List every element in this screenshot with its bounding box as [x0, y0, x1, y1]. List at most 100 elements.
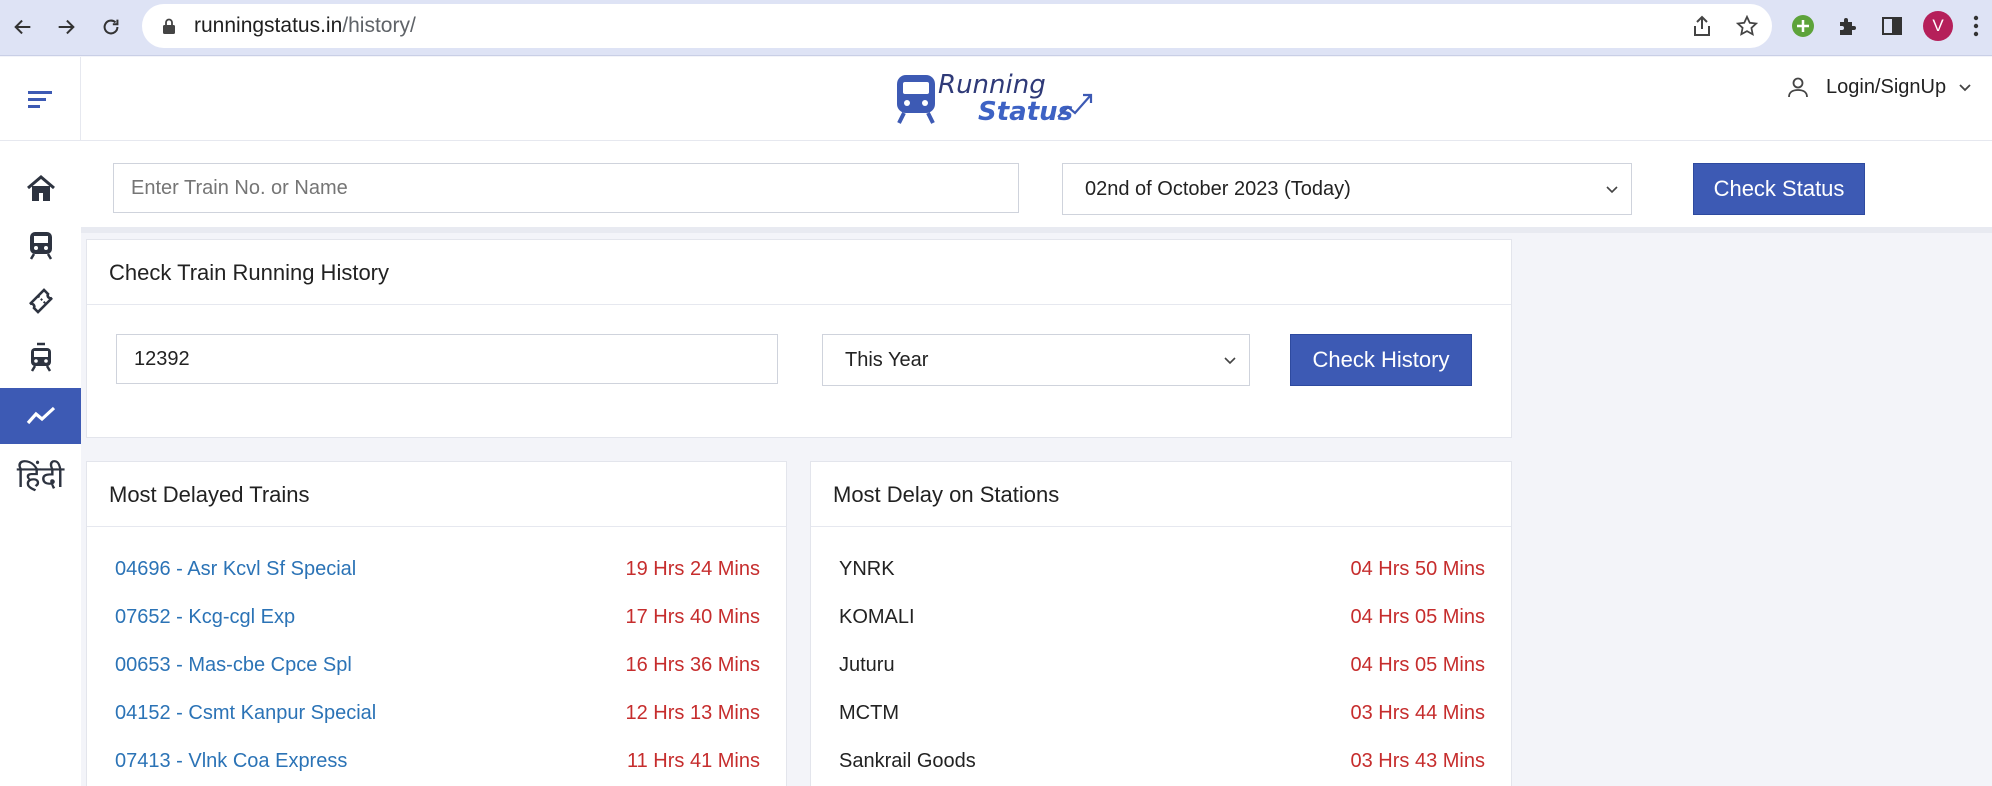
train-icon — [29, 232, 52, 260]
divider — [87, 304, 1511, 305]
metro-icon — [30, 342, 51, 372]
extension-green-button[interactable] — [1787, 10, 1819, 42]
delay-value: 03 Hrs 43 Mins — [1350, 750, 1486, 772]
check-status-button[interactable]: Check Status — [1693, 163, 1865, 215]
hindi-label: हिंदी — [16, 459, 65, 495]
user-icon — [1788, 77, 1808, 98]
list-item: 07652 - Kcg-cgl Exp 17 Hrs 40 Mins — [87, 594, 786, 642]
avatar: V — [1923, 11, 1953, 41]
train-link[interactable]: 07413 - Vlnk Coa Express — [115, 750, 347, 773]
delay-value: 03 Hrs 44 Mins — [1350, 702, 1486, 724]
site-header: Running Status Login/SignUp — [0, 57, 1992, 141]
side-panel-icon — [1882, 17, 1902, 35]
side-panel-button[interactable] — [1876, 10, 1908, 42]
share-icon — [1694, 15, 1710, 36]
sidebar-item-train[interactable] — [0, 217, 81, 273]
hamburger-icon — [28, 91, 52, 108]
kebab-menu-icon — [1973, 15, 1979, 37]
back-button[interactable] — [6, 10, 40, 44]
reload-button[interactable] — [94, 10, 128, 44]
station-name: YNRK — [839, 558, 895, 580]
history-train-value: 12392 — [134, 347, 190, 370]
sidebar-item-ticket[interactable] — [0, 273, 81, 329]
delay-value: 16 Hrs 36 Mins — [625, 654, 761, 676]
login-signup-menu[interactable]: Login/SignUp — [1786, 75, 1972, 99]
sidebar-item-home[interactable] — [0, 161, 81, 217]
divider — [811, 526, 1511, 527]
green-plus-extension-icon — [1792, 15, 1814, 37]
sidebar-item-metro[interactable] — [0, 329, 81, 385]
delay-value: 04 Hrs 50 Mins — [1350, 558, 1486, 580]
chevron-down-icon — [1606, 186, 1618, 194]
url-host: runningstatus.in — [194, 14, 343, 37]
period-selected-value: This Year — [845, 348, 929, 371]
address-bar[interactable]: runningstatus.in/history/ — [142, 4, 1772, 48]
list-item: 04152 - Csmt Kanpur Special 12 Hrs 13 Mi… — [87, 690, 786, 738]
delay-value: 12 Hrs 13 Mins — [625, 702, 761, 724]
most-delay-stations-title: Most Delay on Stations — [833, 482, 1060, 507]
history-card-title: Check Train Running History — [109, 260, 390, 285]
list-item: 04696 - Asr Kcvl Sf Special 19 Hrs 24 Mi… — [87, 546, 786, 594]
chevron-down-icon — [1224, 357, 1236, 365]
logo-text-running: Running — [938, 70, 1046, 100]
train-link[interactable]: 04696 - Asr Kcvl Sf Special — [115, 558, 356, 581]
list-item: KOMALI 04 Hrs 05 Mins — [811, 594, 1511, 642]
forward-arrow-icon — [58, 19, 75, 35]
home-icon — [26, 175, 55, 201]
date-selected-value: 02nd of October 2023 (Today) — [1085, 177, 1351, 200]
list-item: Juturu 04 Hrs 05 Mins — [811, 642, 1511, 690]
forward-button[interactable] — [49, 10, 83, 44]
most-delayed-trains-title: Most Delayed Trains — [109, 482, 310, 507]
url-path: /history/ — [342, 14, 416, 37]
delay-value: 04 Hrs 05 Mins — [1350, 606, 1486, 628]
delay-value: 11 Hrs 41 Mins — [626, 750, 760, 772]
bookmark-button[interactable] — [1733, 12, 1761, 40]
period-select[interactable]: This Year — [822, 334, 1250, 386]
menu-toggle-button[interactable] — [0, 57, 81, 141]
date-select[interactable]: 02nd of October 2023 (Today) — [1062, 163, 1632, 215]
delay-value: 19 Hrs 24 Mins — [625, 558, 761, 580]
browser-toolbar: runningstatus.in/history/ V — [0, 0, 1992, 56]
profile-button[interactable]: V — [1922, 10, 1954, 42]
list-item: 07413 - Vlnk Coa Express 11 Hrs 41 Mins — [87, 738, 786, 786]
most-delayed-trains-card: Most Delayed Trains 04696 - Asr Kcvl Sf … — [86, 461, 787, 786]
lock-icon — [163, 18, 175, 34]
check-history-button[interactable]: Check History — [1290, 334, 1472, 386]
reload-icon — [103, 19, 119, 35]
puzzle-icon — [1840, 18, 1856, 35]
station-name: MCTM — [839, 702, 899, 724]
train-search-input[interactable] — [113, 163, 1019, 213]
station-name: Juturu — [839, 654, 895, 676]
sidebar-item-hindi[interactable]: हिंदी — [0, 447, 81, 503]
divider — [87, 526, 786, 527]
share-button[interactable] — [1688, 12, 1716, 40]
extensions-button[interactable] — [1832, 10, 1864, 42]
chevron-down-icon — [1959, 84, 1971, 92]
station-name: KOMALI — [839, 606, 915, 628]
list-item: MCTM 03 Hrs 44 Mins — [811, 690, 1511, 738]
login-label: Login/SignUp — [1826, 75, 1947, 98]
list-item: Sankrail Goods 03 Hrs 43 Mins — [811, 738, 1511, 786]
trend-arrow-icon — [1057, 93, 1093, 118]
ticket-icon — [28, 288, 53, 314]
most-delay-stations-card: Most Delay on Stations YNRK 04 Hrs 50 Mi… — [810, 461, 1512, 786]
sidebar-item-history[interactable] — [0, 388, 81, 444]
list-item: 00653 - Mas-cbe Cpce Spl 16 Hrs 36 Mins — [87, 642, 786, 690]
history-train-input[interactable]: 12392 — [116, 334, 778, 384]
list-item: YNRK 04 Hrs 50 Mins — [811, 546, 1511, 594]
trend-icon — [26, 406, 55, 425]
delay-value: 17 Hrs 40 Mins — [625, 606, 761, 628]
delay-value: 04 Hrs 05 Mins — [1350, 654, 1486, 676]
star-icon — [1736, 15, 1758, 37]
train-link[interactable]: 04152 - Csmt Kanpur Special — [115, 702, 376, 725]
side-navigation: हिंदी — [0, 141, 81, 786]
browser-menu-button[interactable] — [1966, 10, 1986, 42]
train-link[interactable]: 00653 - Mas-cbe Cpce Spl — [115, 654, 352, 677]
train-search-bar: 02nd of October 2023 (Today) Check Statu… — [81, 141, 1992, 233]
site-logo[interactable]: Running Status — [894, 67, 1094, 133]
train-logo-icon — [897, 75, 935, 124]
back-arrow-icon — [14, 19, 31, 35]
train-link[interactable]: 07652 - Kcg-cgl Exp — [115, 606, 295, 629]
history-card: Check Train Running History 12392 This Y… — [86, 239, 1512, 438]
station-name: Sankrail Goods — [839, 750, 976, 772]
